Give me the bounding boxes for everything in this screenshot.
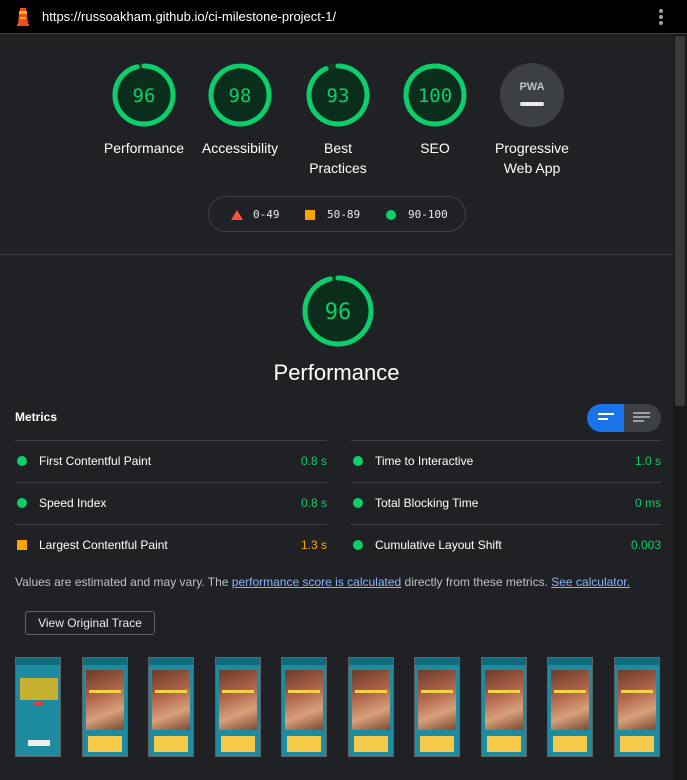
filmstrip-frame — [15, 657, 61, 757]
gauge-score: 100 — [418, 85, 452, 107]
metric-cumulative-layout-shift[interactable]: Cumulative Layout Shift 0.003 — [351, 524, 661, 566]
score-calculation-link[interactable]: performance score is calculated — [232, 575, 401, 589]
pass-indicator-icon — [17, 456, 27, 466]
category-gauges: 96 Performance 98 Accessibility 93 Best … — [0, 54, 673, 184]
performance-title: Performance — [273, 360, 400, 385]
metric-speed-index[interactable]: Speed Index 0.8 s — [15, 482, 327, 524]
metric-time-to-interactive[interactable]: Time to Interactive 1.0 s — [351, 440, 661, 482]
scroll-thumb[interactable] — [675, 36, 685, 406]
lighthouse-icon — [17, 8, 29, 26]
gauge-accessibility[interactable]: 98 Accessibility — [185, 62, 295, 158]
gauge-performance[interactable]: 96 Performance — [89, 62, 199, 158]
performance-score: 96 — [325, 300, 352, 325]
filmstrip-frame — [82, 657, 128, 757]
gauge-label: Performance — [103, 140, 185, 156]
metric-first-contentful-paint[interactable]: First Contentful Paint 0.8 s — [15, 440, 327, 482]
metrics-heading: Metrics — [15, 410, 58, 424]
metrics-view-toggle[interactable] — [587, 404, 661, 432]
pwa-badge-text: PWA — [519, 81, 544, 93]
pwa-badge-icon: PWA — [500, 63, 564, 127]
gauge-label: Progressive Web App — [495, 140, 569, 176]
metric-total-blocking-time[interactable]: Total Blocking Time 0 ms — [351, 482, 661, 524]
score-legend: 0-49 50-89 90-100 — [208, 196, 466, 232]
gauge-seo[interactable]: 100 SEO — [380, 62, 490, 158]
gauge-pwa[interactable]: PWA Progressive Web App — [476, 62, 588, 178]
pass-indicator-icon — [353, 498, 363, 508]
page-url: https://russoakham.github.io/ci-mileston… — [42, 9, 337, 24]
gauge-score: 93 — [327, 85, 350, 107]
metrics-disclaimer: Values are estimated and may vary. The p… — [15, 575, 630, 589]
see-calculator-link[interactable]: See calculator. — [551, 575, 630, 589]
filmstrip-frame — [414, 657, 460, 757]
view-original-trace-button[interactable]: View Original Trace — [25, 611, 155, 635]
pass-indicator-icon — [353, 540, 363, 550]
scrollbar[interactable] — [673, 34, 687, 780]
gauge-label: Accessibility — [201, 140, 279, 156]
gauge-best-practices[interactable]: 93 Best Practices — [283, 62, 393, 178]
gauge-score: 96 — [133, 85, 156, 107]
top-bar: https://russoakham.github.io/ci-mileston… — [0, 0, 687, 34]
filmstrip-frame — [547, 657, 593, 757]
filmstrip-frame — [614, 657, 660, 757]
performance-gauge: 96 — [302, 275, 374, 347]
gauge-score: 98 — [229, 85, 252, 107]
filmstrip-frame — [148, 657, 194, 757]
filmstrip — [15, 657, 665, 757]
gauge-label: Best Practices — [309, 140, 367, 176]
pass-indicator-icon — [353, 456, 363, 466]
pass-indicator-icon — [17, 498, 27, 508]
triangle-icon — [231, 210, 243, 220]
filmstrip-frame — [481, 657, 527, 757]
section-divider — [0, 254, 673, 255]
average-indicator-icon — [17, 540, 27, 550]
circle-icon — [386, 210, 396, 220]
filmstrip-frame — [281, 657, 327, 757]
filmstrip-frame — [215, 657, 261, 757]
metric-largest-contentful-paint[interactable]: Largest Contentful Paint 1.3 s — [15, 524, 327, 566]
kebab-menu-icon[interactable] — [656, 9, 666, 25]
square-icon — [305, 210, 315, 220]
filmstrip-frame — [348, 657, 394, 757]
gauge-label: SEO — [420, 140, 450, 156]
